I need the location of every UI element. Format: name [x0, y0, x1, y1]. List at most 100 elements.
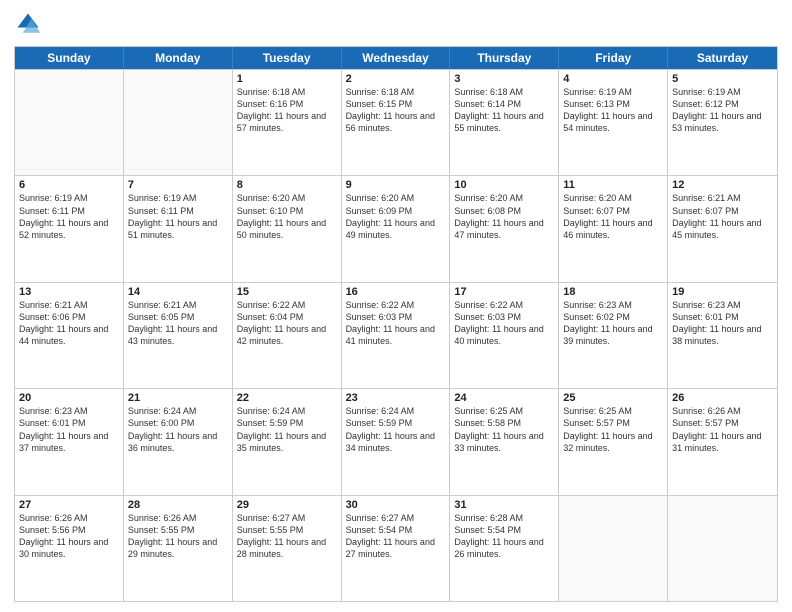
day-number: 14	[128, 286, 228, 298]
cell-info: Sunrise: 6:20 AM Sunset: 6:09 PM Dayligh…	[346, 192, 446, 241]
cell-info: Sunrise: 6:26 AM Sunset: 5:57 PM Dayligh…	[672, 405, 773, 454]
empty-cell	[124, 70, 233, 175]
day-cell-16: 16Sunrise: 6:22 AM Sunset: 6:03 PM Dayli…	[342, 283, 451, 388]
cell-info: Sunrise: 6:21 AM Sunset: 6:06 PM Dayligh…	[19, 299, 119, 348]
day-cell-5: 5Sunrise: 6:19 AM Sunset: 6:12 PM Daylig…	[668, 70, 777, 175]
week-row-2: 13Sunrise: 6:21 AM Sunset: 6:06 PM Dayli…	[15, 282, 777, 388]
day-number: 30	[346, 499, 446, 511]
logo-icon	[14, 10, 42, 38]
day-cell-2: 2Sunrise: 6:18 AM Sunset: 6:15 PM Daylig…	[342, 70, 451, 175]
cell-info: Sunrise: 6:21 AM Sunset: 6:05 PM Dayligh…	[128, 299, 228, 348]
day-cell-13: 13Sunrise: 6:21 AM Sunset: 6:06 PM Dayli…	[15, 283, 124, 388]
day-number: 11	[563, 179, 663, 191]
day-number: 7	[128, 179, 228, 191]
header-day-thursday: Thursday	[450, 47, 559, 69]
day-cell-7: 7Sunrise: 6:19 AM Sunset: 6:11 PM Daylig…	[124, 176, 233, 281]
day-number: 28	[128, 499, 228, 511]
day-cell-30: 30Sunrise: 6:27 AM Sunset: 5:54 PM Dayli…	[342, 496, 451, 601]
cell-info: Sunrise: 6:28 AM Sunset: 5:54 PM Dayligh…	[454, 512, 554, 561]
day-cell-8: 8Sunrise: 6:20 AM Sunset: 6:10 PM Daylig…	[233, 176, 342, 281]
day-cell-9: 9Sunrise: 6:20 AM Sunset: 6:09 PM Daylig…	[342, 176, 451, 281]
week-row-3: 20Sunrise: 6:23 AM Sunset: 6:01 PM Dayli…	[15, 388, 777, 494]
logo	[14, 10, 46, 38]
cell-info: Sunrise: 6:18 AM Sunset: 6:14 PM Dayligh…	[454, 86, 554, 135]
cell-info: Sunrise: 6:18 AM Sunset: 6:15 PM Dayligh…	[346, 86, 446, 135]
day-cell-31: 31Sunrise: 6:28 AM Sunset: 5:54 PM Dayli…	[450, 496, 559, 601]
header-day-wednesday: Wednesday	[342, 47, 451, 69]
day-cell-17: 17Sunrise: 6:22 AM Sunset: 6:03 PM Dayli…	[450, 283, 559, 388]
header-day-friday: Friday	[559, 47, 668, 69]
day-number: 5	[672, 73, 773, 85]
day-cell-6: 6Sunrise: 6:19 AM Sunset: 6:11 PM Daylig…	[15, 176, 124, 281]
day-number: 15	[237, 286, 337, 298]
day-cell-20: 20Sunrise: 6:23 AM Sunset: 6:01 PM Dayli…	[15, 389, 124, 494]
day-cell-29: 29Sunrise: 6:27 AM Sunset: 5:55 PM Dayli…	[233, 496, 342, 601]
day-cell-15: 15Sunrise: 6:22 AM Sunset: 6:04 PM Dayli…	[233, 283, 342, 388]
cell-info: Sunrise: 6:19 AM Sunset: 6:11 PM Dayligh…	[128, 192, 228, 241]
day-cell-26: 26Sunrise: 6:26 AM Sunset: 5:57 PM Dayli…	[668, 389, 777, 494]
day-number: 17	[454, 286, 554, 298]
cell-info: Sunrise: 6:26 AM Sunset: 5:56 PM Dayligh…	[19, 512, 119, 561]
day-number: 18	[563, 286, 663, 298]
day-cell-12: 12Sunrise: 6:21 AM Sunset: 6:07 PM Dayli…	[668, 176, 777, 281]
header-day-saturday: Saturday	[668, 47, 777, 69]
day-number: 27	[19, 499, 119, 511]
cell-info: Sunrise: 6:19 AM Sunset: 6:12 PM Dayligh…	[672, 86, 773, 135]
day-number: 29	[237, 499, 337, 511]
header	[14, 10, 778, 38]
empty-cell	[15, 70, 124, 175]
day-number: 10	[454, 179, 554, 191]
cell-info: Sunrise: 6:22 AM Sunset: 6:03 PM Dayligh…	[454, 299, 554, 348]
cell-info: Sunrise: 6:24 AM Sunset: 6:00 PM Dayligh…	[128, 405, 228, 454]
day-cell-14: 14Sunrise: 6:21 AM Sunset: 6:05 PM Dayli…	[124, 283, 233, 388]
calendar-body: 1Sunrise: 6:18 AM Sunset: 6:16 PM Daylig…	[15, 69, 777, 601]
day-cell-11: 11Sunrise: 6:20 AM Sunset: 6:07 PM Dayli…	[559, 176, 668, 281]
cell-info: Sunrise: 6:21 AM Sunset: 6:07 PM Dayligh…	[672, 192, 773, 241]
day-number: 24	[454, 392, 554, 404]
day-cell-22: 22Sunrise: 6:24 AM Sunset: 5:59 PM Dayli…	[233, 389, 342, 494]
day-number: 16	[346, 286, 446, 298]
day-number: 12	[672, 179, 773, 191]
cell-info: Sunrise: 6:27 AM Sunset: 5:54 PM Dayligh…	[346, 512, 446, 561]
cell-info: Sunrise: 6:22 AM Sunset: 6:03 PM Dayligh…	[346, 299, 446, 348]
day-number: 8	[237, 179, 337, 191]
cell-info: Sunrise: 6:25 AM Sunset: 5:58 PM Dayligh…	[454, 405, 554, 454]
cell-info: Sunrise: 6:26 AM Sunset: 5:55 PM Dayligh…	[128, 512, 228, 561]
day-cell-18: 18Sunrise: 6:23 AM Sunset: 6:02 PM Dayli…	[559, 283, 668, 388]
day-cell-27: 27Sunrise: 6:26 AM Sunset: 5:56 PM Dayli…	[15, 496, 124, 601]
week-row-4: 27Sunrise: 6:26 AM Sunset: 5:56 PM Dayli…	[15, 495, 777, 601]
day-number: 4	[563, 73, 663, 85]
day-number: 26	[672, 392, 773, 404]
day-number: 20	[19, 392, 119, 404]
cell-info: Sunrise: 6:22 AM Sunset: 6:04 PM Dayligh…	[237, 299, 337, 348]
day-number: 21	[128, 392, 228, 404]
empty-cell	[668, 496, 777, 601]
week-row-1: 6Sunrise: 6:19 AM Sunset: 6:11 PM Daylig…	[15, 175, 777, 281]
cell-info: Sunrise: 6:24 AM Sunset: 5:59 PM Dayligh…	[237, 405, 337, 454]
day-cell-19: 19Sunrise: 6:23 AM Sunset: 6:01 PM Dayli…	[668, 283, 777, 388]
cell-info: Sunrise: 6:20 AM Sunset: 6:08 PM Dayligh…	[454, 192, 554, 241]
day-cell-24: 24Sunrise: 6:25 AM Sunset: 5:58 PM Dayli…	[450, 389, 559, 494]
day-number: 1	[237, 73, 337, 85]
day-number: 19	[672, 286, 773, 298]
cell-info: Sunrise: 6:18 AM Sunset: 6:16 PM Dayligh…	[237, 86, 337, 135]
empty-cell	[559, 496, 668, 601]
header-day-tuesday: Tuesday	[233, 47, 342, 69]
day-cell-10: 10Sunrise: 6:20 AM Sunset: 6:08 PM Dayli…	[450, 176, 559, 281]
day-number: 31	[454, 499, 554, 511]
day-number: 22	[237, 392, 337, 404]
cell-info: Sunrise: 6:20 AM Sunset: 6:10 PM Dayligh…	[237, 192, 337, 241]
cell-info: Sunrise: 6:19 AM Sunset: 6:11 PM Dayligh…	[19, 192, 119, 241]
day-cell-4: 4Sunrise: 6:19 AM Sunset: 6:13 PM Daylig…	[559, 70, 668, 175]
calendar: SundayMondayTuesdayWednesdayThursdayFrid…	[14, 46, 778, 602]
day-cell-3: 3Sunrise: 6:18 AM Sunset: 6:14 PM Daylig…	[450, 70, 559, 175]
cell-info: Sunrise: 6:23 AM Sunset: 6:01 PM Dayligh…	[19, 405, 119, 454]
header-day-monday: Monday	[124, 47, 233, 69]
cell-info: Sunrise: 6:23 AM Sunset: 6:02 PM Dayligh…	[563, 299, 663, 348]
day-number: 23	[346, 392, 446, 404]
calendar-header: SundayMondayTuesdayWednesdayThursdayFrid…	[15, 47, 777, 69]
day-number: 3	[454, 73, 554, 85]
day-number: 2	[346, 73, 446, 85]
cell-info: Sunrise: 6:23 AM Sunset: 6:01 PM Dayligh…	[672, 299, 773, 348]
day-cell-28: 28Sunrise: 6:26 AM Sunset: 5:55 PM Dayli…	[124, 496, 233, 601]
